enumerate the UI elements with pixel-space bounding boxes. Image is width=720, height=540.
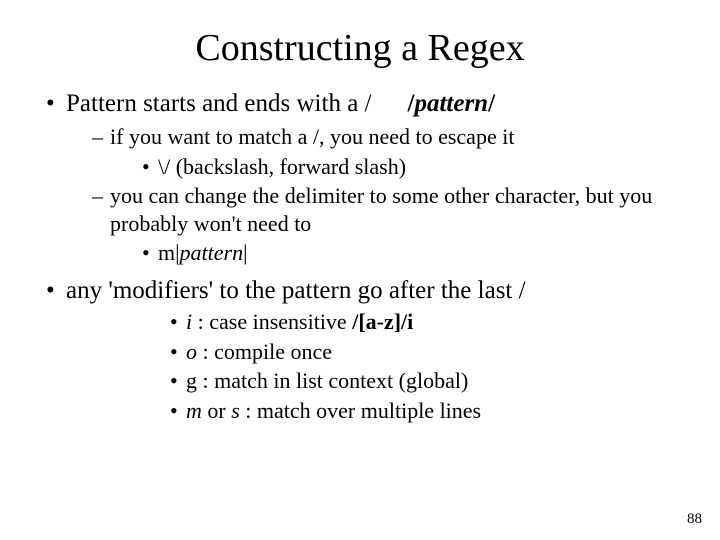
mod-example: /[a-z]/i: [352, 309, 413, 334]
bullet-text: any 'modifiers' to the pattern go after …: [66, 277, 526, 304]
pattern-word: pattern: [414, 90, 488, 117]
bullet-list-level2: if you want to match a /, you need to es…: [92, 123, 692, 267]
mod-letter: s: [231, 398, 240, 423]
mod-i: i : case insensitive /[a-z]/i: [170, 308, 692, 336]
bullet-list-level3: \/ (backslash, forward slash): [142, 153, 692, 181]
bullet-text: Pattern starts and ends with a /: [66, 90, 372, 117]
modifiers-list: i : case insensitive /[a-z]/i o : compil…: [170, 308, 692, 424]
m-pattern: pattern: [180, 240, 244, 265]
mod-desc: : match over multiple lines: [240, 398, 481, 423]
mod-desc: : compile once: [197, 339, 332, 364]
mod-desc: : case insensitive: [192, 309, 352, 334]
pattern-slash-close: /: [488, 90, 495, 117]
m-open: m|: [158, 240, 180, 265]
page-number: 88: [687, 511, 702, 528]
bullet-list-level1: Pattern starts and ends with a //pattern…: [46, 88, 692, 267]
sub-change-delim-example: m|pattern|: [142, 239, 692, 267]
bullet-list-level1: any 'modifiers' to the pattern go after …: [46, 275, 692, 424]
mod-letter: o: [186, 339, 197, 364]
m-close: |: [243, 240, 247, 265]
sub-change-delim: you can change the delimiter to some oth…: [92, 182, 692, 267]
bullet-pattern-delimiter: Pattern starts and ends with a //pattern…: [46, 88, 692, 267]
sub-text: if you want to match a /, you need to es…: [110, 124, 514, 149]
sub-escape-example: \/ (backslash, forward slash): [142, 153, 692, 181]
slide-title: Constructing a Regex: [28, 26, 692, 70]
sub-escape-slash: if you want to match a /, you need to es…: [92, 123, 692, 180]
slide: Constructing a Regex Pattern starts and …: [0, 0, 720, 540]
mod-o: o : compile once: [170, 338, 692, 366]
bullet-list-level3: m|pattern|: [142, 239, 692, 267]
mod-g: g : match in list context (global): [170, 367, 692, 395]
mod-letter: m: [186, 398, 207, 423]
sub-text: you can change the delimiter to some oth…: [110, 183, 652, 236]
mod-m-s: m or s : match over multiple lines: [170, 397, 692, 425]
bullet-modifiers: any 'modifiers' to the pattern go after …: [46, 275, 692, 424]
mod-or: or: [207, 398, 231, 423]
